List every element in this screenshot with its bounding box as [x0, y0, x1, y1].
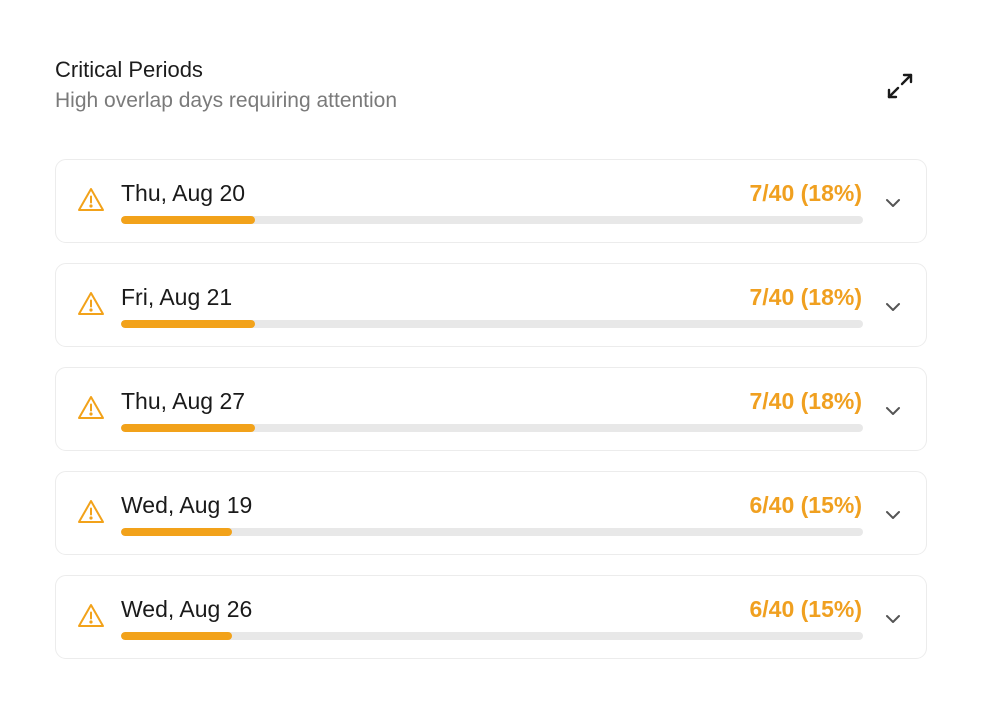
overlap-progress-fill [121, 320, 255, 328]
warning-triangle-icon [78, 604, 104, 627]
chevron-down-icon [886, 511, 900, 519]
periods-list: Thu, Aug 20 7/40 (18%) Fri, Aug 21 7/40 … [55, 159, 927, 679]
period-count: 6/40 (15%) [749, 492, 862, 518]
period-count: 7/40 (18%) [749, 284, 862, 310]
overlap-progress-fill [121, 216, 255, 224]
period-item[interactable]: Thu, Aug 27 7/40 (18%) [55, 367, 927, 451]
overlap-progress-bar [121, 424, 863, 432]
panel-header: Critical Periods High overlap days requi… [55, 55, 397, 115]
expand-row-button[interactable] [880, 502, 906, 528]
period-item[interactable]: Wed, Aug 26 6/40 (15%) [55, 575, 927, 659]
expand-row-button[interactable] [880, 398, 906, 424]
overlap-progress-fill [121, 528, 233, 536]
overlap-progress-bar [121, 320, 863, 328]
overlap-progress-fill [121, 632, 233, 640]
expand-row-button[interactable] [880, 606, 906, 632]
period-date: Fri, Aug 21 [121, 284, 233, 310]
overlap-progress-bar [121, 528, 863, 536]
period-item[interactable]: Fri, Aug 21 7/40 (18%) [55, 263, 927, 347]
overlap-progress-fill [121, 424, 255, 432]
expand-row-button[interactable] [880, 294, 906, 320]
chevron-down-icon [886, 199, 900, 207]
overlap-progress-bar [121, 632, 863, 640]
period-date: Thu, Aug 27 [121, 388, 246, 414]
panel-subtitle: High overlap days requiring attention [55, 89, 398, 112]
period-count: 6/40 (15%) [749, 596, 862, 622]
chevron-down-icon [886, 615, 900, 623]
period-date: Wed, Aug 19 [121, 492, 253, 518]
period-count: 7/40 (18%) [749, 388, 862, 414]
period-count: 7/40 (18%) [749, 180, 862, 206]
period-date: Wed, Aug 26 [121, 596, 253, 622]
overlap-progress-bar [121, 216, 863, 224]
expand-row-button[interactable] [880, 190, 906, 216]
expand-arrows-icon [887, 73, 913, 99]
expand-button[interactable] [880, 66, 920, 106]
period-date: Thu, Aug 20 [121, 180, 246, 206]
chevron-down-icon [886, 303, 900, 311]
warning-triangle-icon [78, 292, 104, 315]
panel-title: Critical Periods [55, 57, 203, 82]
chevron-down-icon [886, 407, 900, 415]
warning-triangle-icon [78, 396, 104, 419]
warning-triangle-icon [78, 188, 104, 211]
critical-periods-panel: Critical Periods High overlap days requi… [0, 0, 986, 720]
period-item[interactable]: Thu, Aug 20 7/40 (18%) [55, 159, 927, 243]
warning-triangle-icon [78, 500, 104, 523]
period-item[interactable]: Wed, Aug 19 6/40 (15%) [55, 471, 927, 555]
